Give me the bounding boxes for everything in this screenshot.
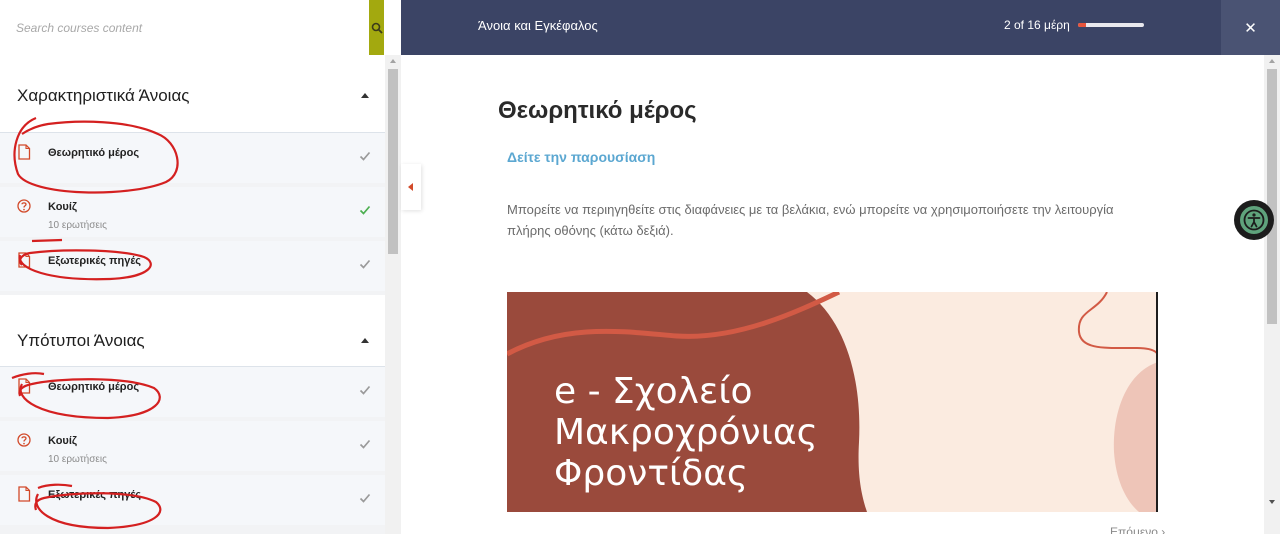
sidebar-scrollbar[interactable] xyxy=(385,55,401,534)
quiz-label: Κουίζ xyxy=(48,201,77,213)
document-icon xyxy=(18,144,31,160)
quiz-item[interactable]: Κουίζ 10 ερωτήσεις xyxy=(0,421,385,471)
lesson-description: Μπορείτε να περιηγηθείτε στις διαφάνειες… xyxy=(507,202,1114,238)
caret-up-icon[interactable] xyxy=(361,93,369,98)
section-divider xyxy=(0,295,385,323)
view-presentation-link[interactable]: Δείτε την παρουσίαση xyxy=(507,149,655,165)
section-header-2[interactable]: Υπότυποι Άνοιας xyxy=(0,323,385,367)
presentation-slide[interactable]: e - Σχολείο Μακροχρόνιας Φροντίδας xyxy=(507,292,1158,512)
quiz-item[interactable]: Κουίζ 10 ερωτήσεις xyxy=(0,187,385,237)
progress-bar-fill xyxy=(1078,23,1087,27)
search-icon xyxy=(371,22,383,34)
progress-bar xyxy=(1078,23,1144,27)
scroll-up-icon[interactable] xyxy=(390,59,396,63)
check-icon xyxy=(359,493,371,503)
accessibility-icon xyxy=(1238,204,1270,236)
scroll-down-icon[interactable] xyxy=(1269,500,1275,504)
content-scrollbar[interactable] xyxy=(1264,55,1280,534)
lesson-list: Χαρακτηριστικά Άνοιας Θεωρητικό μέρος Κο… xyxy=(0,55,385,534)
check-icon xyxy=(359,259,371,269)
check-icon xyxy=(359,385,371,395)
check-icon xyxy=(359,205,371,215)
section-header-1[interactable]: Χαρακτηριστικά Άνοιας xyxy=(0,55,385,133)
section-title: Χαρακτηριστικά Άνοιας xyxy=(17,86,190,105)
quiz-question-icon xyxy=(17,433,31,447)
quiz-question-icon xyxy=(17,199,31,213)
lesson-label: Θεωρητικό μέρος xyxy=(48,147,140,159)
caret-up-icon[interactable] xyxy=(361,338,369,343)
quiz-question-count: 10 ερωτήσεις xyxy=(48,220,107,231)
lesson-content: Θεωρητικό μέρος Δείτε την παρουσίαση Μπο… xyxy=(401,55,1264,534)
search-input[interactable] xyxy=(0,0,369,55)
document-icon xyxy=(18,486,31,502)
sidebar-toggle-button[interactable] xyxy=(401,164,421,210)
quiz-label: Κουίζ xyxy=(48,435,77,447)
lesson-label: Εξωτερικές πηγές xyxy=(48,255,142,267)
progress-text: 2 of 16 μέρη xyxy=(1004,18,1070,32)
lesson-title: Θεωρητικό μέρος xyxy=(498,97,697,124)
slide-line-1: e - Σχολείο xyxy=(554,371,753,412)
slide-line-3: Φροντίδας xyxy=(554,453,749,494)
check-icon xyxy=(359,151,371,161)
sidebar-scroll-thumb[interactable] xyxy=(388,69,398,254)
course-title: Άνοια και Εγκέφαλος xyxy=(478,18,598,33)
lesson-item[interactable]: Θεωρητικό μέρος xyxy=(0,367,385,417)
search-button[interactable] xyxy=(369,0,384,55)
lesson-label: Θεωρητικό μέρος xyxy=(48,381,140,393)
search-box xyxy=(0,0,384,55)
slide-heading: e - Σχολείο Μακροχρόνιας Φροντίδας xyxy=(554,371,818,494)
content-scroll-thumb[interactable] xyxy=(1267,69,1277,324)
person-icon xyxy=(1243,209,1265,231)
accessibility-button[interactable] xyxy=(1234,200,1274,240)
sidebar-spacer xyxy=(384,0,401,55)
lesson-label: Εξωτερικές πηγές xyxy=(48,489,142,501)
check-icon xyxy=(359,439,371,449)
slide-line-2: Μακροχρόνιας xyxy=(554,412,818,453)
course-header: Άνοια και Εγκέφαλος 2 of 16 μέρη ✕ xyxy=(401,0,1280,55)
document-icon xyxy=(18,378,31,394)
lesson-item[interactable]: Θεωρητικό μέρος xyxy=(0,133,385,183)
chevron-left-icon xyxy=(408,183,413,191)
lesson-item[interactable]: Εξωτερικές πηγές xyxy=(0,241,385,291)
course-sidebar: Χαρακτηριστικά Άνοιας Θεωρητικό μέρος xyxy=(0,0,401,534)
close-button[interactable]: ✕ xyxy=(1221,0,1280,55)
next-lesson-link[interactable]: Επόμενο › xyxy=(1110,525,1165,534)
scroll-up-icon[interactable] xyxy=(1269,59,1275,63)
lesson-item[interactable]: Εξωτερικές πηγές xyxy=(0,475,385,525)
section-title: Υπότυποι Άνοιας xyxy=(17,331,145,350)
close-icon: ✕ xyxy=(1244,18,1257,37)
document-icon xyxy=(18,252,31,268)
quiz-question-count: 10 ερωτήσεις xyxy=(48,454,107,465)
